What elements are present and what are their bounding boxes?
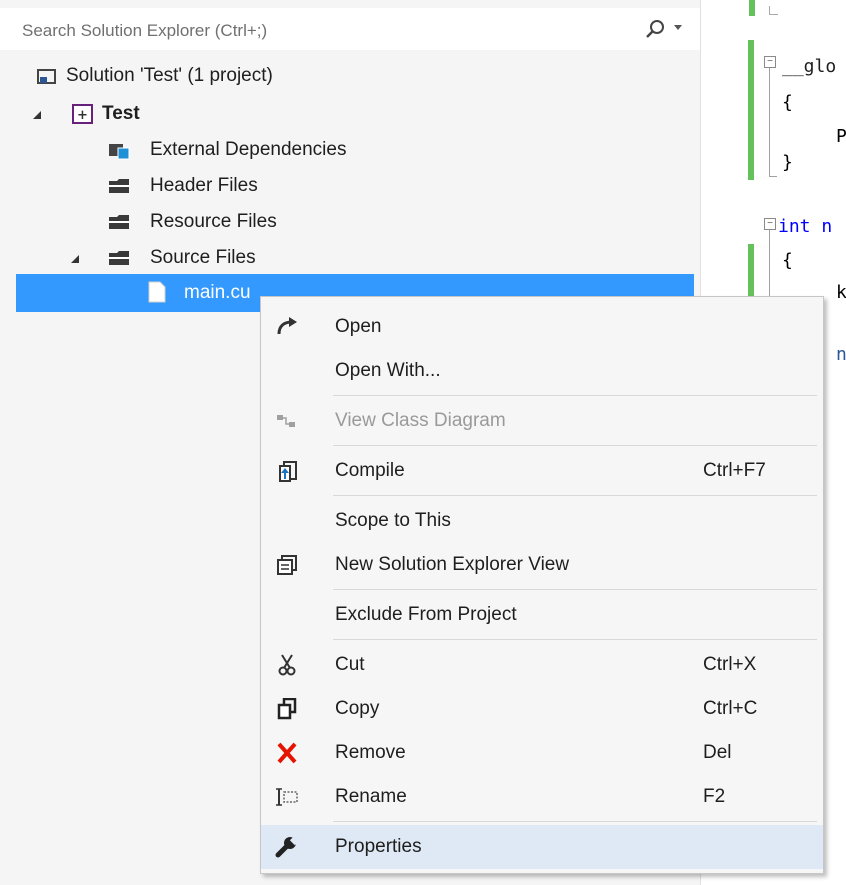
class-diagram-icon: [277, 415, 295, 427]
code-line: }: [782, 152, 793, 173]
menu-item-view-class-diagram[interactable]: View Class Diagram: [261, 399, 823, 443]
context-menu: Open Open With... View Class Diagram Com…: [260, 296, 824, 874]
expanded-arrow-icon[interactable]: [70, 254, 80, 264]
folder-icon: [109, 215, 129, 229]
menu-item-shortcut: F2: [703, 786, 726, 807]
menu-item-label: Compile: [335, 460, 405, 481]
menu-separator: [333, 589, 817, 590]
menu-item-label: Copy: [335, 698, 380, 719]
expanded-arrow-icon[interactable]: [32, 110, 42, 120]
change-marker: [749, 0, 755, 16]
outline-line: [769, 176, 777, 177]
wrench-icon: [275, 836, 299, 858]
code-line: P: [836, 126, 846, 147]
tree-item-label: Test: [102, 103, 140, 124]
collapse-icon[interactable]: −: [764, 56, 776, 68]
menu-item-copy[interactable]: Copy Ctrl+C: [261, 687, 823, 731]
menu-item-shortcut: Ctrl+X: [703, 654, 757, 675]
project-icon: +: [72, 104, 93, 124]
menu-item-shortcut: Ctrl+C: [703, 698, 758, 719]
menu-item-label: Scope to This: [335, 510, 451, 531]
menu-item-remove[interactable]: Remove Del: [261, 731, 823, 775]
menu-item-label: Properties: [335, 836, 422, 857]
outline-line: [769, 6, 778, 15]
compile-icon: [279, 461, 297, 482]
tree-item-label: Resource Files: [150, 211, 277, 232]
search-box[interactable]: Search Solution Explorer (Ctrl+;): [0, 8, 700, 50]
menu-item-properties[interactable]: Properties: [261, 825, 823, 869]
tree-item-external-dependencies[interactable]: External Dependencies: [0, 132, 690, 168]
tree-item-label: External Dependencies: [150, 139, 347, 160]
external-dependencies-icon: [109, 144, 130, 160]
chevron-down-icon[interactable]: [674, 25, 682, 31]
rename-icon: [276, 788, 298, 806]
code-line: {: [782, 92, 793, 113]
menu-separator: [333, 821, 817, 822]
tree-item-label: Header Files: [150, 175, 258, 196]
tree-item-label: Source Files: [150, 247, 256, 268]
code-line: k: [836, 282, 846, 303]
tree-item-resource-files[interactable]: Resource Files: [0, 204, 690, 240]
menu-item-compile[interactable]: Compile Ctrl+F7: [261, 449, 823, 493]
code-line: int n: [778, 216, 833, 237]
code-line: __glo: [782, 56, 837, 77]
search-icon[interactable]: [642, 19, 668, 39]
menu-item-label: Open: [335, 316, 382, 337]
menu-item-scope-to-this[interactable]: Scope to This: [261, 499, 823, 543]
tree-item-solution[interactable]: Solution 'Test' (1 project): [0, 58, 690, 94]
copy-icon: [277, 698, 297, 720]
menu-item-label: Remove: [335, 742, 406, 763]
menu-item-open[interactable]: Open: [261, 305, 823, 349]
code-line: n: [836, 344, 846, 365]
outline-line: [769, 68, 770, 176]
folder-icon: [109, 251, 129, 265]
solution-icon: [37, 69, 56, 84]
menu-item-open-with[interactable]: Open With...: [261, 349, 823, 393]
menu-item-new-solution-explorer-view[interactable]: New Solution Explorer View: [261, 543, 823, 587]
folder-icon: [109, 179, 129, 193]
collapse-icon[interactable]: −: [764, 218, 776, 230]
menu-separator: [333, 495, 817, 496]
tree-item-header-files[interactable]: Header Files: [0, 168, 690, 204]
menu-item-cut[interactable]: Cut Ctrl+X: [261, 643, 823, 687]
menu-item-shortcut: Del: [703, 742, 732, 763]
menu-item-label: Exclude From Project: [335, 604, 517, 625]
file-icon: [148, 281, 166, 303]
menu-separator: [333, 395, 817, 396]
search-input[interactable]: Search Solution Explorer (Ctrl+;): [22, 21, 267, 41]
menu-item-label: View Class Diagram: [335, 410, 506, 431]
menu-item-label: New Solution Explorer View: [335, 554, 570, 575]
tree-item-label: main.cu: [184, 282, 251, 303]
menu-separator: [333, 445, 817, 446]
menu-item-label: Rename: [335, 786, 407, 807]
menu-item-label: Cut: [335, 654, 365, 675]
tree-item-project[interactable]: + Test: [0, 96, 690, 132]
tree-item-label: Solution 'Test' (1 project): [66, 65, 273, 86]
tree-item-source-files[interactable]: Source Files: [0, 240, 690, 276]
svg-text:+: +: [77, 108, 88, 123]
menu-separator: [333, 639, 817, 640]
change-marker: [748, 40, 754, 180]
scissors-icon: [278, 654, 296, 676]
new-view-icon: [277, 555, 297, 575]
menu-item-label: Open With...: [335, 360, 441, 381]
menu-item-exclude-from-project[interactable]: Exclude From Project: [261, 593, 823, 637]
open-arrow-icon: [277, 317, 297, 335]
code-line: {: [782, 250, 793, 271]
outline-line: [769, 230, 770, 300]
menu-item-rename[interactable]: Rename F2: [261, 775, 823, 819]
remove-x-icon: [277, 742, 297, 764]
menu-item-shortcut: Ctrl+F7: [703, 460, 766, 481]
